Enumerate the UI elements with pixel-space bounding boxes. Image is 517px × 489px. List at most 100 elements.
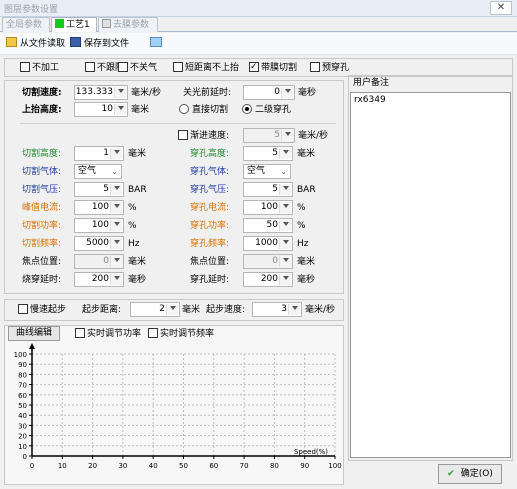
pierce-param-unit-7: 毫秒 xyxy=(297,275,316,285)
spin-arrow-icon xyxy=(283,204,289,208)
cut-param-input-0[interactable]: 1 xyxy=(74,146,124,161)
y-tick-label: 50 xyxy=(18,402,27,410)
cut-speed-input[interactable]: 133.333 xyxy=(74,85,128,100)
spin-arrow-icon xyxy=(283,240,289,244)
cut-param-unit-3: % xyxy=(128,203,137,213)
user-notes-textarea[interactable]: rx6349 xyxy=(350,92,511,458)
note-icon xyxy=(150,37,162,47)
speed-curve-chart[interactable]: 0 10 20 30 40 50 60 70 80 90 100 0 10 20 30 40 50 60 70 80 9… xyxy=(5,342,343,489)
slow-start-option[interactable]: 慢速起步 xyxy=(18,303,66,317)
pierce-param-input-4[interactable]: 50 xyxy=(243,218,293,233)
realtime-power-checkbox[interactable] xyxy=(75,328,85,338)
pierce-param-input-5[interactable]: 1000 xyxy=(243,236,293,251)
gradual-speed-option[interactable]: 渐进速度: xyxy=(178,129,229,143)
title-bar xyxy=(0,0,517,17)
save-to-file-button[interactable]: 保存到文件 xyxy=(70,37,129,51)
spin-arrow-icon xyxy=(118,106,124,110)
start-distance-input[interactable]: 2 xyxy=(130,302,180,317)
radio-two-stage-pierce[interactable]: 二级穿孔 xyxy=(242,103,291,117)
lift-height-label: 上抬高度: xyxy=(22,105,62,115)
cut-param-input-7[interactable]: 200 xyxy=(74,272,124,287)
divider xyxy=(20,123,336,124)
pierce-param-input-2[interactable]: 5 xyxy=(243,182,293,197)
spin-arrow-icon xyxy=(118,89,124,93)
light-off-delay-input[interactable]: 0 xyxy=(243,85,295,100)
y-tick-label: 90 xyxy=(18,361,27,369)
pierce-param-select-1[interactable]: 空气 ⌄ xyxy=(243,164,291,179)
spin-arrow-icon xyxy=(283,222,289,226)
y-tick-label: 10 xyxy=(18,443,27,451)
short-no-lift-checkbox[interactable] xyxy=(173,62,183,72)
spin-arrow-icon xyxy=(114,240,120,244)
cut-param-label-3: 峰值电流: xyxy=(22,203,62,213)
pierce-param-input-6[interactable]: 0 xyxy=(243,254,293,269)
x-tick-label: 10 xyxy=(58,462,67,470)
no-process-checkbox[interactable] xyxy=(20,62,30,72)
start-speed-unit: 毫米/秒 xyxy=(305,305,336,315)
cut-param-input-6[interactable]: 0 xyxy=(74,254,124,269)
y-tick-label: 80 xyxy=(18,371,27,379)
pierce-param-unit-6: 毫米 xyxy=(297,257,316,267)
start-speed-label: 起步速度: xyxy=(206,305,246,315)
option-film-cut[interactable]: 带膜切割 xyxy=(249,60,297,75)
user-notes-title: 用户备注 xyxy=(353,78,390,88)
y-tick-label: 30 xyxy=(18,422,27,430)
chevron-down-icon: ⌄ xyxy=(111,167,118,176)
gradual-speed-input[interactable]: 5 xyxy=(243,128,295,143)
cut-param-input-5[interactable]: 5000 xyxy=(74,236,124,251)
x-tick-label: 100 xyxy=(328,462,341,470)
no-follow-checkbox[interactable] xyxy=(85,62,95,72)
realtime-power-option[interactable]: 实时调节功率 xyxy=(75,327,141,341)
pre-pierce-checkbox[interactable] xyxy=(310,62,320,72)
pierce-param-label-1: 穿孔气体: xyxy=(190,167,230,177)
tab-process-1[interactable]: 工艺1 xyxy=(51,17,97,32)
cut-param-input-4[interactable]: 100 xyxy=(74,218,124,233)
radio-two-stage-icon[interactable] xyxy=(242,104,252,114)
realtime-freq-checkbox[interactable] xyxy=(148,328,158,338)
x-tick-label: 90 xyxy=(300,462,309,470)
x-axis-label: Speed(%) xyxy=(294,448,328,456)
start-speed-input[interactable]: 3 xyxy=(252,302,302,317)
pierce-param-input-0[interactable]: 5 xyxy=(243,146,293,161)
x-tick-label: 50 xyxy=(179,462,188,470)
pierce-param-input-3[interactable]: 100 xyxy=(243,200,293,215)
cut-param-select-1[interactable]: 空气 ⌄ xyxy=(74,164,122,179)
no-gas-off-checkbox[interactable] xyxy=(118,62,128,72)
close-icon: ✕ xyxy=(496,2,506,13)
x-tick-label: 30 xyxy=(118,462,127,470)
curve-edit-button[interactable]: 曲线编辑 xyxy=(8,326,60,341)
radio-direct-icon[interactable] xyxy=(179,104,189,114)
light-off-delay-label: 关光前延时: xyxy=(183,88,232,98)
ok-button[interactable]: ✔ 确定(O) xyxy=(438,464,502,484)
y-tick-label: 40 xyxy=(18,412,27,420)
cut-speed-unit: 毫米/秒 xyxy=(131,88,162,98)
option-no-process[interactable]: 不加工 xyxy=(20,61,59,75)
gradual-speed-checkbox[interactable] xyxy=(178,130,188,140)
x-tick-label: 40 xyxy=(149,462,158,470)
spin-arrow-icon xyxy=(283,186,289,190)
option-short-no-lift[interactable]: 短距离不上抬 xyxy=(173,61,239,75)
radio-direct-cut[interactable]: 直接切割 xyxy=(179,103,228,117)
film-cut-checkbox[interactable] xyxy=(249,60,259,74)
cut-param-input-2[interactable]: 5 xyxy=(74,182,124,197)
cut-param-unit-0: 毫米 xyxy=(128,149,147,159)
pierce-param-label-2: 穿孔气压: xyxy=(190,185,230,195)
tab-film-removal[interactable]: 去膜参数 xyxy=(98,17,158,32)
option-pre-pierce[interactable]: 预穿孔 xyxy=(310,61,349,75)
option-no-gas-off[interactable]: 不关气 xyxy=(118,61,157,75)
edit-note-button[interactable] xyxy=(150,37,165,51)
cut-param-label-7: 烧穿延时: xyxy=(22,275,62,285)
read-from-file-button[interactable]: 从文件读取 xyxy=(6,37,65,51)
x-tick-label: 20 xyxy=(88,462,97,470)
lift-height-input[interactable]: 10 xyxy=(74,102,128,117)
close-button[interactable]: ✕ xyxy=(490,1,512,15)
realtime-freq-option[interactable]: 实时调节频率 xyxy=(148,327,214,341)
pierce-param-input-7[interactable]: 200 xyxy=(243,272,293,287)
gray-square-icon xyxy=(102,19,111,28)
lift-height-unit: 毫米 xyxy=(131,105,150,115)
cut-param-label-6: 焦点位置: xyxy=(22,257,62,267)
cut-param-input-3[interactable]: 100 xyxy=(74,200,124,215)
slow-start-checkbox[interactable] xyxy=(18,304,28,314)
tab-global-params[interactable]: 全局参数 xyxy=(2,17,50,32)
cut-param-label-4: 切割功率: xyxy=(22,221,62,231)
